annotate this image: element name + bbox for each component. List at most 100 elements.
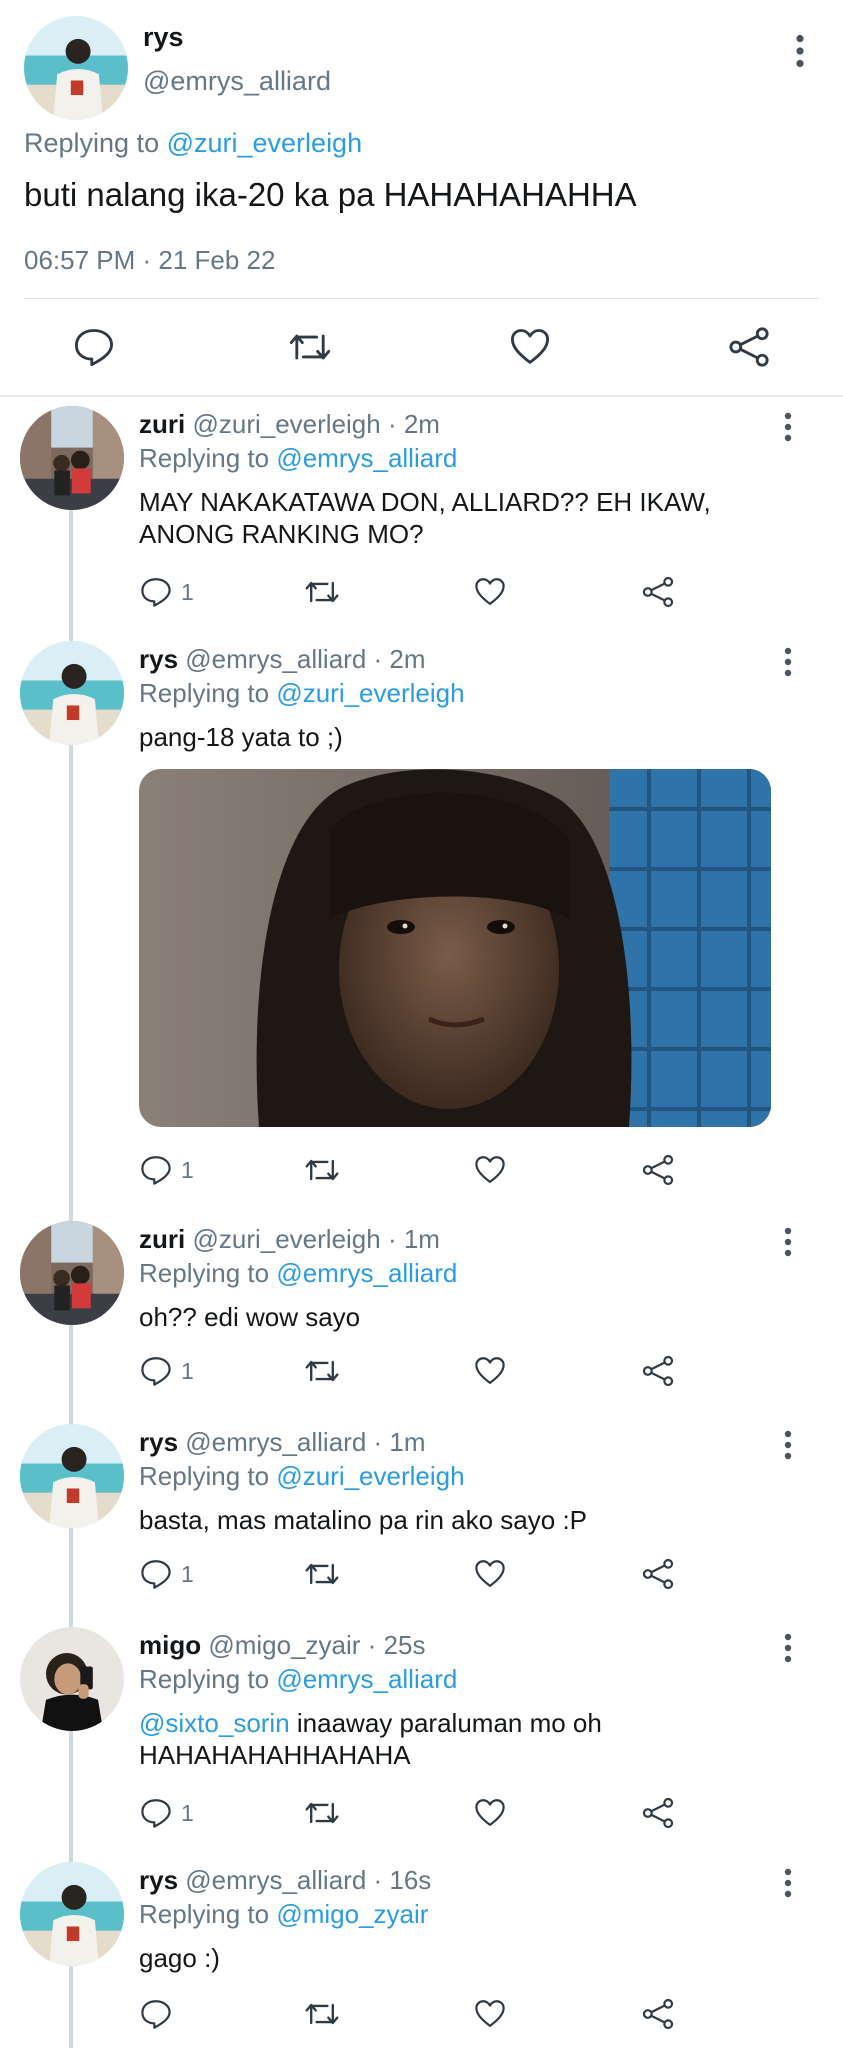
retweet-icon[interactable] [304, 1556, 340, 1592]
author-handle[interactable]: @emrys_alliard [185, 1865, 366, 1895]
reply-icon[interactable] [139, 575, 173, 609]
author-name[interactable]: rys [139, 644, 178, 674]
reply-icon[interactable] [139, 1354, 173, 1388]
author-handle[interactable]: @emrys_alliard [185, 1427, 366, 1457]
timestamp[interactable]: 06:57 PM · 21 Feb 22 [24, 245, 275, 276]
replying-to-link[interactable]: @zuri_everleigh [167, 128, 363, 158]
author-handle[interactable]: @zuri_everleigh [192, 409, 380, 439]
author-name[interactable]: rys [143, 22, 184, 53]
reply-tweet[interactable]: zuri @zuri_everleigh · 1m Replying to @e… [0, 1221, 843, 1401]
like-action[interactable] [473, 1994, 507, 2034]
avatar[interactable] [24, 16, 128, 120]
like-action[interactable] [473, 1351, 507, 1391]
retweet-icon[interactable] [304, 1353, 340, 1389]
author-handle[interactable]: @emrys_alliard [185, 644, 366, 674]
reply-header: rys @emrys_alliard · 2m [139, 644, 426, 675]
more-icon[interactable] [778, 1868, 798, 1898]
avatar[interactable] [20, 1424, 124, 1528]
author-name[interactable]: migo [139, 1630, 201, 1660]
reply-action[interactable]: 1 [139, 1554, 194, 1594]
reply-action[interactable]: 1 [139, 1793, 194, 1833]
more-icon[interactable] [778, 647, 798, 677]
reply-action[interactable]: 1 [139, 1351, 194, 1391]
author-handle[interactable]: @migo_zyair [208, 1630, 360, 1660]
share-action[interactable] [641, 572, 675, 612]
reply-icon[interactable] [139, 1997, 173, 2031]
share-action[interactable] [641, 1793, 675, 1833]
replying-to-link[interactable]: @zuri_everleigh [276, 678, 464, 708]
more-icon[interactable] [778, 1633, 798, 1663]
more-icon[interactable] [778, 1430, 798, 1460]
share-icon[interactable] [727, 325, 771, 369]
retweet-action[interactable] [304, 1351, 340, 1391]
like-action[interactable] [473, 1793, 507, 1833]
author-handle[interactable]: @emrys_alliard [143, 66, 331, 97]
reply-tweet[interactable]: migo @migo_zyair · 25s Replying to @emry… [0, 1627, 843, 1837]
replying-to-link[interactable]: @emrys_alliard [276, 443, 457, 473]
like-action[interactable] [473, 572, 507, 612]
retweet-action[interactable] [304, 572, 340, 612]
reply-icon[interactable] [139, 1153, 173, 1187]
avatar[interactable] [20, 1221, 124, 1325]
share-icon[interactable] [641, 1354, 675, 1388]
retweet-icon[interactable] [304, 574, 340, 610]
like-icon[interactable] [473, 575, 507, 609]
author-name[interactable]: zuri [139, 1224, 185, 1254]
reply-icon[interactable] [139, 1796, 173, 1830]
reply-action[interactable] [139, 1994, 181, 2034]
reply-header: zuri @zuri_everleigh · 1m [139, 1224, 440, 1255]
reply-icon[interactable] [72, 325, 116, 369]
retweet-action[interactable] [304, 1793, 340, 1833]
share-action[interactable] [641, 1150, 675, 1190]
replying-to-link[interactable]: @emrys_alliard [276, 1664, 457, 1694]
replying-to-link[interactable]: @zuri_everleigh [276, 1461, 464, 1491]
media-image[interactable] [139, 769, 771, 1127]
reply-tweet[interactable]: zuri @zuri_everleigh · 2m Replying to @e… [0, 406, 843, 616]
author-name[interactable]: rys [139, 1865, 178, 1895]
reply-tweet[interactable]: rys @emrys_alliard · 16s Replying to @mi… [0, 1862, 843, 2048]
like-icon[interactable] [473, 1557, 507, 1591]
share-action[interactable] [641, 1351, 675, 1391]
like-icon[interactable] [473, 1354, 507, 1388]
share-icon[interactable] [641, 1153, 675, 1187]
author-name[interactable]: zuri [139, 409, 185, 439]
like-icon[interactable] [473, 1153, 507, 1187]
replying-to: Replying to @emrys_alliard [139, 1664, 457, 1695]
retweet-icon[interactable] [288, 325, 332, 369]
reply-action[interactable]: 1 [139, 1150, 194, 1190]
like-action[interactable] [473, 1150, 507, 1190]
author-name[interactable]: rys [139, 1427, 178, 1457]
avatar[interactable] [20, 641, 124, 745]
avatar[interactable] [20, 1627, 124, 1731]
replying-to-link[interactable]: @migo_zyair [276, 1899, 428, 1929]
retweet-action[interactable] [304, 1554, 340, 1594]
retweet-icon[interactable] [304, 1996, 340, 2032]
author-handle[interactable]: @zuri_everleigh [192, 1224, 380, 1254]
like-icon[interactable] [473, 1997, 507, 2031]
like-action[interactable] [473, 1554, 507, 1594]
share-action[interactable] [641, 1554, 675, 1594]
retweet-action[interactable] [304, 1150, 340, 1190]
share-action[interactable] [641, 1994, 675, 2034]
share-icon[interactable] [641, 1997, 675, 2031]
replying-to: Replying to @migo_zyair [139, 1899, 428, 1930]
avatar[interactable] [20, 406, 124, 510]
mention-link[interactable]: @sixto_sorin [139, 1708, 290, 1738]
reply-tweet[interactable]: rys @emrys_alliard · 2m Replying to @zur… [0, 641, 843, 1201]
like-icon[interactable] [473, 1796, 507, 1830]
share-icon[interactable] [641, 1557, 675, 1591]
like-icon[interactable] [508, 325, 552, 369]
reply-tweet[interactable]: rys @emrys_alliard · 1m Replying to @zur… [0, 1424, 843, 1604]
retweet-action[interactable] [304, 1994, 340, 2034]
more-icon[interactable] [778, 412, 798, 442]
retweet-icon[interactable] [304, 1152, 340, 1188]
avatar[interactable] [20, 1862, 124, 1966]
reply-action[interactable]: 1 [139, 572, 194, 612]
more-icon[interactable] [778, 1227, 798, 1257]
retweet-icon[interactable] [304, 1795, 340, 1831]
share-icon[interactable] [641, 575, 675, 609]
replying-to-link[interactable]: @emrys_alliard [276, 1258, 457, 1288]
share-icon[interactable] [641, 1796, 675, 1830]
reply-icon[interactable] [139, 1557, 173, 1591]
more-icon[interactable] [790, 34, 810, 68]
